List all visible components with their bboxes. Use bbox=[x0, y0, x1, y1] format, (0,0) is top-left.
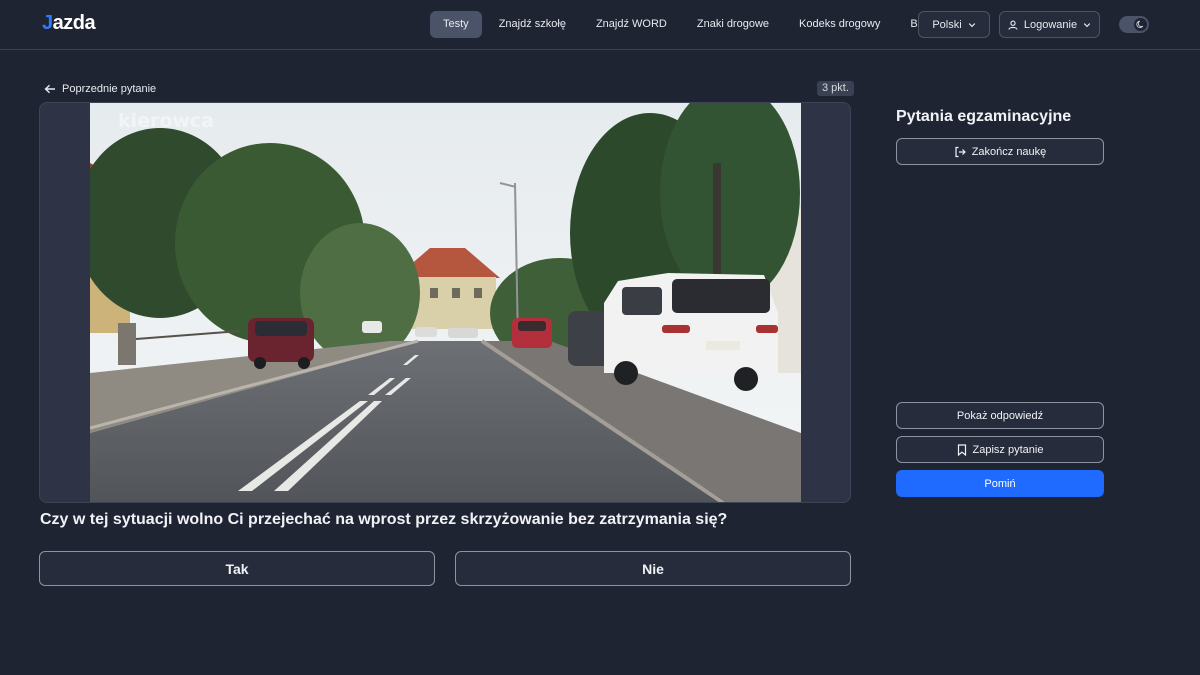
moon-icon bbox=[1136, 20, 1144, 28]
save-question-label: Zapisz pytanie bbox=[972, 443, 1044, 456]
answer-yes-button[interactable]: Tak bbox=[39, 551, 435, 586]
nav-item-tests[interactable]: Testy bbox=[430, 11, 482, 38]
arrow-left-icon bbox=[44, 84, 55, 94]
question-media: kierowca bbox=[39, 102, 851, 503]
previous-question-label: Poprzednie pytanie bbox=[62, 83, 157, 95]
login-dropdown[interactable]: Logowanie bbox=[999, 11, 1100, 38]
language-dropdown[interactable]: Polski bbox=[918, 11, 990, 38]
nav-item-traffic-code[interactable]: Kodeks drogowy bbox=[786, 11, 893, 38]
toggle-knob bbox=[1134, 18, 1147, 31]
chevron-down-icon bbox=[1083, 22, 1091, 27]
skip-button[interactable]: Pomiń bbox=[896, 470, 1104, 497]
nav-item-road-signs[interactable]: Znaki drogowe bbox=[684, 11, 782, 38]
show-answer-label: Pokaż odpowiedź bbox=[956, 409, 1044, 422]
user-icon bbox=[1008, 20, 1018, 30]
logo-letter-j: J bbox=[42, 12, 53, 34]
top-navbar: Jazda Testy Znajdź szkołę Znajdź WORD Zn… bbox=[0, 0, 1200, 50]
points-badge: 3 pkt. bbox=[817, 81, 854, 96]
show-answer-button[interactable]: Pokaż odpowiedź bbox=[896, 402, 1104, 429]
video-watermark: kierowca bbox=[118, 110, 214, 132]
main-nav: Testy Znajdź szkołę Znajdź WORD Znaki dr… bbox=[430, 11, 945, 38]
logout-icon bbox=[955, 146, 966, 157]
road-scene-image: kierowca bbox=[90, 103, 801, 502]
nav-item-find-word[interactable]: Znajdź WORD bbox=[583, 11, 680, 38]
save-question-button[interactable]: Zapisz pytanie bbox=[896, 436, 1104, 463]
sidebar-title: Pytania egzaminacyjne bbox=[896, 108, 1072, 125]
logo-text: azda bbox=[52, 12, 96, 34]
answer-no-button[interactable]: Nie bbox=[455, 551, 851, 586]
bookmark-icon bbox=[957, 443, 966, 456]
question-text: Czy w tej sytuacji wolno Ci przejechać n… bbox=[40, 511, 728, 528]
previous-question-link[interactable]: Poprzednie pytanie bbox=[44, 81, 156, 97]
finish-learning-button[interactable]: Zakończ naukę bbox=[896, 138, 1104, 165]
finish-learning-label: Zakończ naukę bbox=[971, 145, 1047, 158]
logo[interactable]: Jazda bbox=[42, 12, 96, 35]
login-label: Logowanie bbox=[1023, 18, 1078, 31]
skip-label: Pomiń bbox=[984, 477, 1016, 490]
chevron-down-icon bbox=[968, 22, 975, 27]
theme-toggle[interactable] bbox=[1119, 16, 1149, 33]
nav-item-find-school[interactable]: Znajdź szkołę bbox=[486, 11, 579, 38]
language-label: Polski bbox=[932, 18, 962, 31]
